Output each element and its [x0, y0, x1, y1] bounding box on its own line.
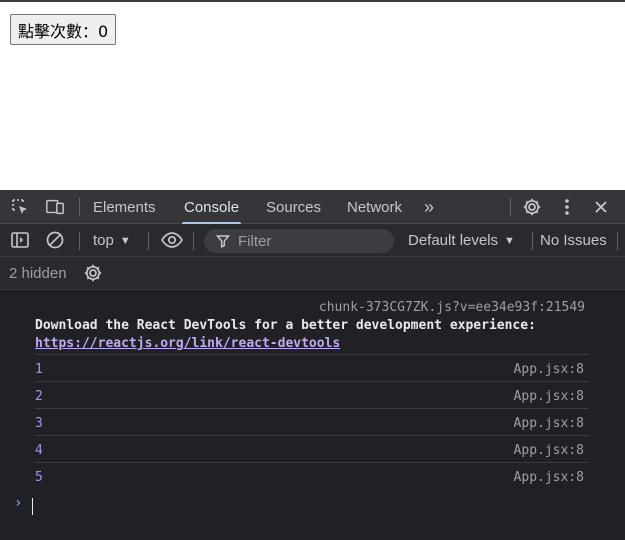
divider: [617, 232, 618, 250]
context-selector[interactable]: top ▼: [93, 224, 131, 257]
live-expression-eye-icon[interactable]: [160, 230, 184, 250]
issues-button[interactable]: No Issues: [540, 224, 607, 257]
page-viewport: 點擊次數：0: [0, 0, 625, 190]
console-log-row: 3 App.jsx:8: [35, 408, 588, 435]
settings-gear-icon[interactable]: [522, 197, 542, 217]
more-tabs-icon[interactable]: »: [424, 190, 434, 224]
log-source-link[interactable]: App.jsx:8: [514, 362, 584, 377]
log-value: 4: [35, 443, 43, 458]
divider: [79, 232, 80, 250]
chevron-down-icon: ▼: [119, 234, 131, 247]
chevron-down-icon: ▼: [504, 234, 515, 247]
console-log-row: 1 App.jsx:8: [35, 354, 588, 381]
clear-console-icon[interactable]: [45, 230, 65, 250]
console-log-row: 4 App.jsx:8: [35, 435, 588, 462]
divider: [148, 232, 149, 250]
divider: [510, 198, 511, 216]
sidebar-toggle-icon[interactable]: [10, 230, 30, 250]
log-source-link[interactable]: App.jsx:8: [514, 389, 584, 404]
device-toolbar-icon[interactable]: [45, 197, 65, 217]
tab-sources[interactable]: Sources: [266, 190, 321, 224]
tab-network[interactable]: Network: [347, 190, 402, 224]
divider: [79, 198, 80, 216]
log-levels-dropdown[interactable]: Default levels ▼: [408, 224, 515, 257]
console-toolbar: top ▼ Filter Default levels ▼ No Issues: [0, 224, 625, 257]
prompt-chevron-icon: ›: [14, 495, 23, 511]
log-levels-label: Default levels: [408, 232, 499, 249]
log-source-link[interactable]: App.jsx:8: [514, 416, 584, 431]
click-count-button[interactable]: 點擊次數：0: [10, 14, 117, 45]
inspect-element-icon[interactable]: [10, 197, 30, 217]
console-message: Download the React DevTools for a better…: [35, 318, 536, 333]
log-value: 2: [35, 389, 43, 404]
devtools-panel: Elements Console Sources Network » top ▼…: [0, 190, 625, 540]
log-value: 3: [35, 416, 43, 431]
tab-console[interactable]: Console: [181, 190, 242, 225]
hidden-count: 2 hidden: [9, 265, 67, 282]
devtools-tab-bar: Elements Console Sources Network »: [0, 190, 625, 225]
console-settings-gear-icon[interactable]: [83, 263, 103, 283]
close-icon[interactable]: [591, 197, 611, 217]
divider: [193, 232, 194, 250]
tab-elements[interactable]: Elements: [93, 190, 156, 224]
console-log-row: 5 App.jsx:8: [35, 462, 588, 489]
console-log-row: 2 App.jsx:8: [35, 381, 588, 408]
more-options-icon[interactable]: [557, 197, 577, 217]
log-source-link[interactable]: App.jsx:8: [514, 443, 584, 458]
console-input[interactable]: [32, 498, 33, 515]
context-label: top: [93, 232, 114, 249]
message-source-link[interactable]: chunk-373CG7ZK.js?v=ee34e93f:21549: [319, 300, 585, 315]
divider: [532, 232, 533, 250]
log-value: 1: [35, 362, 43, 377]
react-devtools-link[interactable]: https://reactjs.org/link/react-devtools: [35, 336, 340, 351]
filter-placeholder: Filter: [238, 232, 272, 250]
log-value: 5: [35, 470, 43, 485]
log-source-link[interactable]: App.jsx:8: [514, 470, 584, 485]
filter-input[interactable]: Filter: [204, 229, 394, 253]
console-output: chunk-373CG7ZK.js?v=ee34e93f:21549 Downl…: [0, 290, 625, 540]
filter-icon: [216, 235, 230, 248]
hidden-messages-row: 2 hidden: [0, 257, 625, 290]
